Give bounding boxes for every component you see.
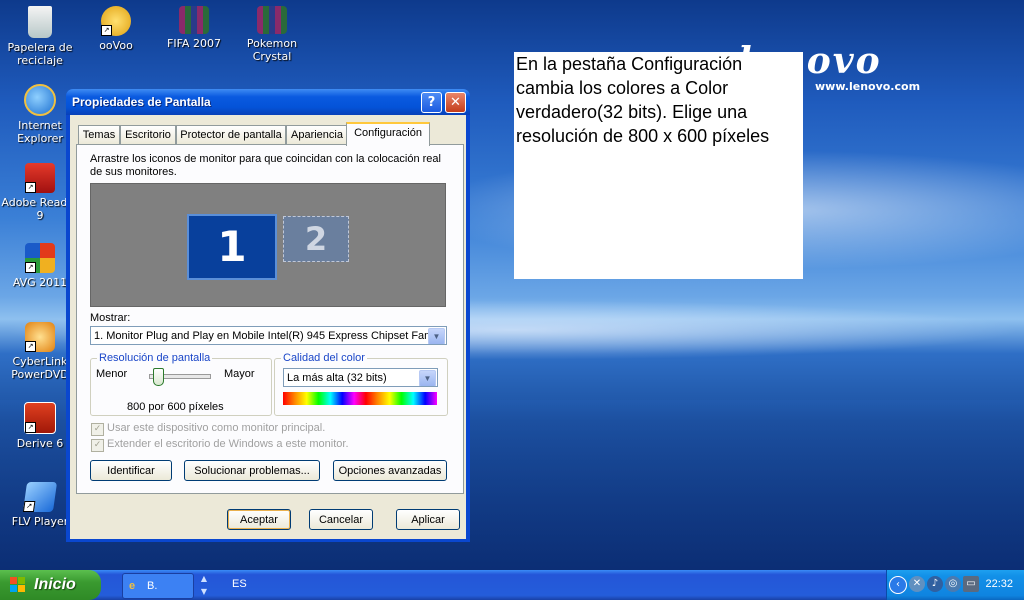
monitor-1[interactable]: 1 (187, 214, 277, 280)
color-quality-value: La más alta (32 bits) (287, 372, 387, 384)
taskbar-item[interactable]: e B. (122, 573, 194, 599)
cancel-button[interactable]: Cancelar (309, 509, 373, 530)
desktop-icon-label: Papelera de reciclaje (7, 41, 73, 67)
chevron-down-icon[interactable]: ▼ (419, 370, 436, 386)
oovoo-icon: ↗ (101, 6, 131, 36)
taskbar-scroll-buttons[interactable]: ▲ ▼ (197, 572, 211, 598)
desktop-icon-label: ooVoo (99, 39, 133, 52)
dialog-title: Propiedades de Pantalla (72, 95, 211, 109)
internet-explorer-icon: e (129, 580, 136, 592)
taskbar: Inicio e B. ▲ ▼ ES ‹ ✕ ♪ ◎ ▭ 22:32 (0, 570, 1024, 600)
dialog-client: Temas Escritorio Protector de pantalla A… (70, 115, 466, 539)
lenovo-url: www.lenovo.com (815, 80, 921, 93)
resolution-max-label: Mayor (224, 368, 255, 380)
network-icon[interactable]: ✕ (909, 576, 925, 592)
tab-temas[interactable]: Temas (78, 125, 120, 144)
dialog-titlebar[interactable]: Propiedades de Pantalla ? ✕ (66, 89, 470, 115)
desktop-icon-label: FIFA 2007 (167, 37, 221, 50)
instructions-text: Arrastre los iconos de monitor para que … (90, 153, 441, 178)
avg-tray-icon[interactable]: ◎ (945, 576, 961, 592)
start-button[interactable]: Inicio (0, 570, 101, 600)
ok-button[interactable]: Aceptar (227, 509, 291, 530)
internet-explorer-icon (24, 84, 56, 116)
display-properties-dialog: Propiedades de Pantalla ? ✕ Temas Escrit… (66, 89, 470, 542)
monitor-2[interactable]: 2 (283, 216, 349, 262)
troubleshoot-button[interactable]: Solucionar problemas... (184, 460, 320, 481)
color-quality-group: Calidad del color La más alta (32 bits) … (274, 352, 448, 416)
display-select[interactable]: 1. Monitor Plug and Play en Mobile Intel… (90, 326, 447, 345)
desktop-icon-recycle-bin[interactable]: Papelera de reciclaje (0, 6, 80, 67)
extend-desktop-checkbox[interactable]: ✓ (91, 439, 104, 452)
identify-button[interactable]: Identificar (90, 460, 172, 481)
primary-monitor-label: Usar este dispositivo como monitor princ… (107, 422, 326, 434)
extend-desktop-label: Extender el escritorio de Windows a este… (107, 438, 349, 450)
tab-configuracion[interactable]: Configuración (346, 122, 430, 146)
instruction-note: En la pestaña Configuración cambia los c… (514, 52, 803, 279)
volume-icon[interactable]: ♪ (927, 576, 943, 592)
resolution-min-label: Menor (96, 368, 128, 380)
system-tray: ‹ ✕ ♪ ◎ ▭ 22:32 (886, 570, 1024, 600)
clock: 22:32 (985, 578, 1013, 590)
display-select-value: 1. Monitor Plug and Play en Mobile Intel… (94, 330, 444, 342)
desktop-icon-fifa[interactable]: FIFA 2007 (154, 6, 234, 50)
advanced-options-button[interactable]: Opciones avanzadas (333, 460, 447, 481)
desktop-icon-oovoo[interactable]: ↗ ooVoo (76, 6, 156, 52)
show-hidden-icons-button[interactable]: ‹ (889, 576, 907, 594)
flv-player-icon: ↗ (22, 482, 58, 512)
color-spectrum-bar (283, 392, 437, 405)
settings-panel: Arrastre los iconos de monitor para que … (76, 144, 464, 494)
color-quality-select[interactable]: La más alta (32 bits) ▼ (283, 368, 438, 387)
apply-button[interactable]: Aplicar (396, 509, 460, 530)
tab-escritorio[interactable]: Escritorio (120, 125, 176, 144)
close-button[interactable]: ✕ (445, 92, 466, 113)
taskbar-item-label: B. (147, 580, 158, 592)
derive-icon: ↗ (24, 402, 56, 434)
adobe-reader-icon: ↗ (25, 163, 55, 193)
powerdvd-icon: ↗ (25, 322, 55, 352)
windows-flag-icon (10, 577, 26, 593)
desktop-icon-label: Pokemon Crystal (246, 37, 298, 63)
chevron-down-icon[interactable]: ▼ (428, 328, 445, 344)
tab-protector[interactable]: Protector de pantalla (176, 125, 286, 144)
desktop-icon-pokemon[interactable]: Pokemon Crystal (232, 6, 312, 63)
tab-apariencia[interactable]: Apariencia (286, 125, 348, 144)
monitor-arrangement: 1 2 (90, 183, 446, 307)
winrar-icon (257, 6, 287, 34)
primary-monitor-checkbox[interactable]: ✓ (91, 423, 104, 436)
avg-icon: ↗ (25, 243, 55, 273)
language-indicator[interactable]: ES (232, 578, 247, 590)
resolution-value: 800 por 600 píxeles (127, 401, 224, 413)
resolution-group-label: Resolución de pantalla (97, 352, 213, 364)
resolution-slider[interactable] (149, 368, 211, 386)
resolution-group: Resolución de pantalla Menor Mayor 800 p… (90, 352, 272, 416)
start-label: Inicio (34, 576, 76, 593)
desktop: lenovo www.lenovo.com Papelera de recicl… (0, 0, 1024, 570)
color-quality-group-label: Calidad del color (281, 352, 367, 364)
display-tray-icon[interactable]: ▭ (963, 576, 979, 592)
display-label: Mostrar: (90, 312, 131, 324)
resolution-slider-thumb[interactable] (153, 368, 165, 386)
help-button[interactable]: ? (421, 92, 442, 113)
recycle-bin-icon (28, 6, 52, 38)
winrar-icon (179, 6, 209, 34)
